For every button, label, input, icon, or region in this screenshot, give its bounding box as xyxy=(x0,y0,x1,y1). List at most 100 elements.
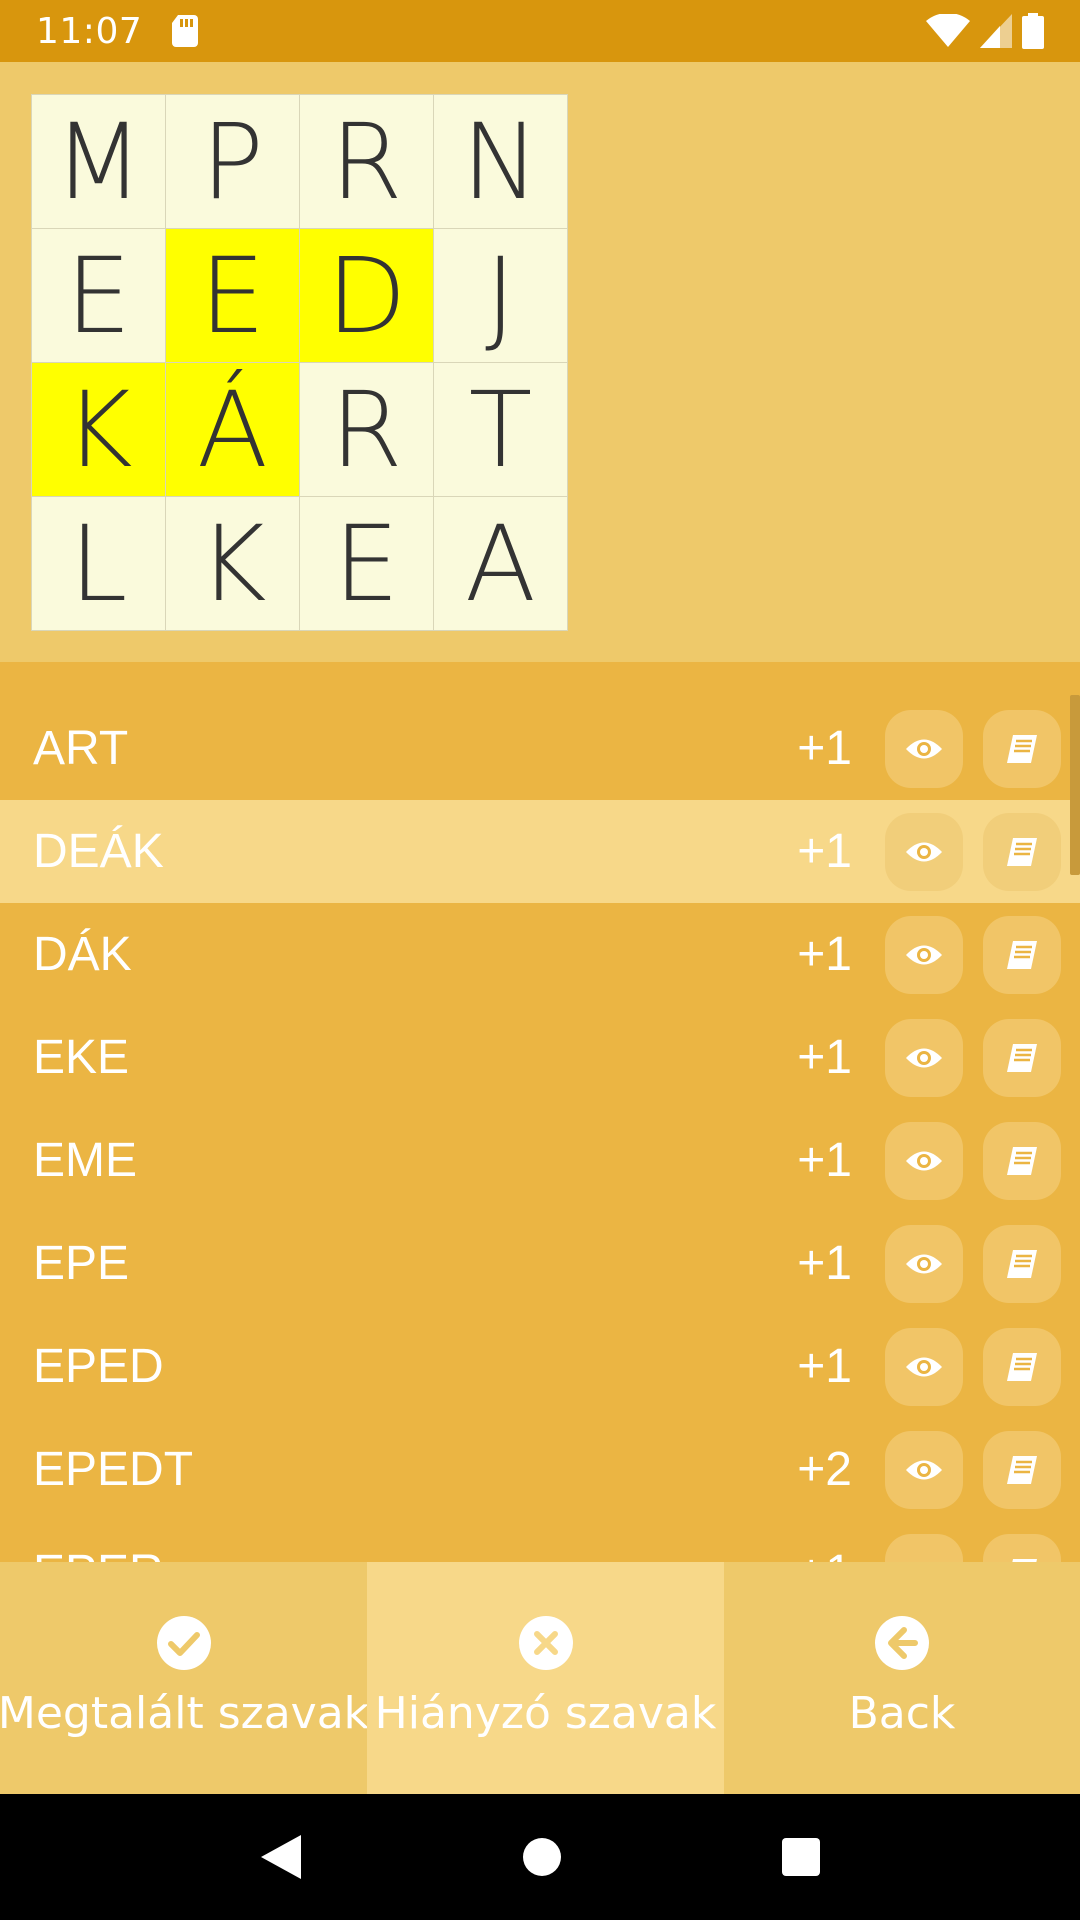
book-icon xyxy=(1007,734,1037,763)
word-text: EKE xyxy=(33,1031,130,1084)
back-tab[interactable]: Back xyxy=(724,1562,1080,1794)
word-score: +1 xyxy=(797,928,852,981)
battery-icon xyxy=(1022,13,1044,49)
word-text: EPER xyxy=(33,1545,164,1562)
definition-button[interactable] xyxy=(983,915,1061,994)
definition-button[interactable] xyxy=(983,1224,1061,1303)
grid-cell[interactable]: A xyxy=(434,497,567,630)
word-score: +1 xyxy=(797,1545,852,1562)
grid-cell[interactable]: E xyxy=(300,497,433,630)
wifi-icon xyxy=(926,14,970,47)
grid-cell[interactable]: J xyxy=(434,229,567,362)
definition-button[interactable] xyxy=(983,1430,1061,1509)
grid-cell[interactable]: M xyxy=(32,95,165,228)
status-icons xyxy=(926,13,1044,49)
book-icon xyxy=(1007,1146,1037,1175)
book-icon xyxy=(1007,1043,1037,1072)
eye-icon xyxy=(906,739,942,758)
found-words-tab[interactable]: Megtalált szavak xyxy=(0,1562,370,1794)
definition-button[interactable] xyxy=(983,812,1061,891)
definition-button[interactable] xyxy=(983,1327,1061,1406)
word-score: +1 xyxy=(797,1134,852,1187)
letter-grid: MPRNEEDJKÁRTLKEA xyxy=(31,94,568,631)
grid-cell[interactable]: K xyxy=(32,363,165,496)
word-score: +2 xyxy=(797,1443,852,1496)
x-circle-icon xyxy=(518,1616,573,1670)
grid-cell[interactable]: D xyxy=(300,229,433,362)
system-recents-icon[interactable] xyxy=(781,1837,821,1877)
show-word-button[interactable] xyxy=(885,1533,963,1562)
missing-words-tab[interactable]: Hiányzó szavak xyxy=(367,1562,724,1794)
word-text: DEÁK xyxy=(33,825,164,878)
book-icon xyxy=(1007,1352,1037,1381)
grid-cell[interactable]: R xyxy=(300,95,433,228)
sd-card-icon xyxy=(172,15,199,47)
show-word-button[interactable] xyxy=(885,1224,963,1303)
word-score: +1 xyxy=(797,825,852,878)
word-row[interactable]: EPED +1 xyxy=(0,1315,1080,1418)
word-text: EPED xyxy=(33,1340,164,1393)
grid-cell[interactable]: L xyxy=(32,497,165,630)
word-score: +1 xyxy=(797,1340,852,1393)
word-text: EPE xyxy=(33,1237,130,1290)
definition-button[interactable] xyxy=(983,709,1061,788)
eye-icon xyxy=(906,1151,942,1170)
book-icon xyxy=(1007,1249,1037,1278)
show-word-button[interactable] xyxy=(885,812,963,891)
missing-words-label: Hiányzó szavak xyxy=(374,1688,717,1739)
system-back-icon[interactable] xyxy=(259,1833,303,1881)
check-circle-icon xyxy=(156,1616,211,1670)
grid-cell[interactable]: K xyxy=(166,497,299,630)
grid-cell[interactable]: P xyxy=(166,95,299,228)
show-word-button[interactable] xyxy=(885,1018,963,1097)
word-row[interactable]: EPE +1 xyxy=(0,1212,1080,1315)
word-text: ART xyxy=(33,722,129,775)
show-word-button[interactable] xyxy=(885,1430,963,1509)
grid-cell[interactable]: R xyxy=(300,363,433,496)
grid-cell[interactable]: E xyxy=(32,229,165,362)
show-word-button[interactable] xyxy=(885,1121,963,1200)
word-score: +1 xyxy=(797,1031,852,1084)
word-text: DÁK xyxy=(33,928,132,981)
word-row[interactable]: DÁK +1 xyxy=(0,903,1080,1006)
eye-icon xyxy=(906,945,942,964)
grid-cell[interactable]: Á xyxy=(166,363,299,496)
word-text: EPEDT xyxy=(33,1443,194,1496)
definition-button[interactable] xyxy=(983,1121,1061,1200)
status-bar: 11:07 xyxy=(0,0,1080,62)
grid-cell[interactable]: T xyxy=(434,363,567,496)
eye-icon xyxy=(906,1254,942,1273)
show-word-button[interactable] xyxy=(885,709,963,788)
word-score: +1 xyxy=(797,1237,852,1290)
show-word-button[interactable] xyxy=(885,915,963,994)
book-icon xyxy=(1007,1455,1037,1484)
status-time: 11:07 xyxy=(36,10,143,52)
arrow-left-circle-icon xyxy=(875,1616,929,1670)
grid-cell[interactable]: N xyxy=(434,95,567,228)
bottom-nav: Megtalált szavak Hiányzó szavak Back xyxy=(0,1562,1080,1794)
definition-button[interactable] xyxy=(983,1533,1061,1562)
signal-icon xyxy=(980,14,1012,48)
word-row[interactable]: EPEDT +2 xyxy=(0,1418,1080,1521)
book-icon xyxy=(1007,940,1037,969)
word-row[interactable]: DEÁK +1 xyxy=(0,800,1080,903)
scrollbar[interactable] xyxy=(1070,695,1080,875)
word-score: +1 xyxy=(797,722,852,775)
word-row[interactable]: ART +1 xyxy=(0,697,1080,800)
system-home-icon[interactable] xyxy=(522,1837,562,1877)
found-words-label: Megtalált szavak xyxy=(0,1688,370,1739)
word-list: ART +1 DEÁK +1 DÁK +1 EKE +1 EME +1 EPE +1 EPED +1 EPE… xyxy=(0,662,1080,1562)
word-row[interactable]: EKE +1 xyxy=(0,1006,1080,1109)
eye-icon xyxy=(906,842,942,861)
word-row[interactable]: EME +1 xyxy=(0,1109,1080,1212)
back-label: Back xyxy=(848,1688,956,1739)
definition-button[interactable] xyxy=(983,1018,1061,1097)
book-icon xyxy=(1007,837,1037,866)
eye-icon xyxy=(906,1460,942,1479)
grid-cell[interactable]: E xyxy=(166,229,299,362)
show-word-button[interactable] xyxy=(885,1327,963,1406)
system-nav-bar xyxy=(0,1794,1080,1920)
word-row[interactable]: EPER +1 xyxy=(0,1521,1080,1562)
word-rows: ART +1 DEÁK +1 DÁK +1 EKE +1 EME +1 EPE +1 EPED +1 EPE… xyxy=(0,697,1080,1562)
board-area: MPRNEEDJKÁRTLKEA xyxy=(0,62,1080,662)
